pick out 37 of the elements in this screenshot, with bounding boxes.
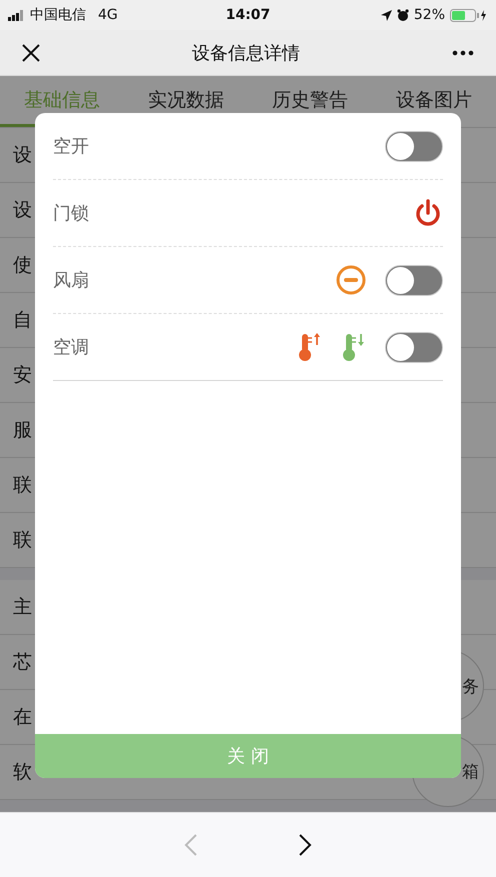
page-title: 设备信息详情 bbox=[191, 42, 301, 64]
row-label: 在 bbox=[13, 705, 32, 730]
minus-circle-icon[interactable] bbox=[335, 264, 367, 296]
forward-icon[interactable] bbox=[298, 833, 312, 857]
row-label: 自 bbox=[13, 308, 32, 333]
tab[interactable]: 设备图片 bbox=[372, 76, 496, 127]
battery-icon bbox=[450, 8, 488, 22]
alarm-icon bbox=[396, 9, 409, 21]
row-label: 使 bbox=[13, 253, 32, 278]
thermometer-down-icon[interactable] bbox=[341, 332, 367, 362]
close-icon[interactable] bbox=[22, 44, 40, 62]
toggle-switch[interactable] bbox=[385, 332, 443, 362]
thermometer-up-icon[interactable] bbox=[297, 332, 323, 362]
toggle-switch[interactable] bbox=[385, 264, 443, 296]
row-label: 主 bbox=[13, 595, 32, 620]
row-label: 安 bbox=[13, 363, 32, 388]
row-label: 联 bbox=[13, 473, 32, 498]
location-icon bbox=[380, 10, 392, 20]
control-label: 风扇 bbox=[53, 269, 90, 292]
tab[interactable]: 实况数据 bbox=[124, 76, 248, 127]
toggle-switch[interactable] bbox=[385, 130, 443, 162]
tab[interactable]: 历史警告 bbox=[248, 76, 372, 127]
carrier-name: 中国电信 bbox=[30, 6, 86, 24]
more-icon[interactable] bbox=[452, 50, 474, 56]
row-label: 服 bbox=[13, 418, 32, 443]
battery-percent: 52% bbox=[414, 7, 446, 23]
row-label: 芯 bbox=[13, 650, 32, 675]
row-label: 软 bbox=[13, 760, 32, 785]
signal-icon bbox=[8, 10, 26, 20]
control-label: 门锁 bbox=[53, 202, 90, 225]
clock-time: 14:07 bbox=[226, 7, 270, 23]
network-type: 4G bbox=[98, 7, 118, 23]
control-label: 空开 bbox=[53, 135, 90, 158]
row-label: 设 bbox=[13, 198, 32, 223]
row-label: 设 bbox=[13, 143, 32, 168]
row-label: 联 bbox=[13, 528, 32, 553]
control-label: 空调 bbox=[53, 336, 90, 359]
